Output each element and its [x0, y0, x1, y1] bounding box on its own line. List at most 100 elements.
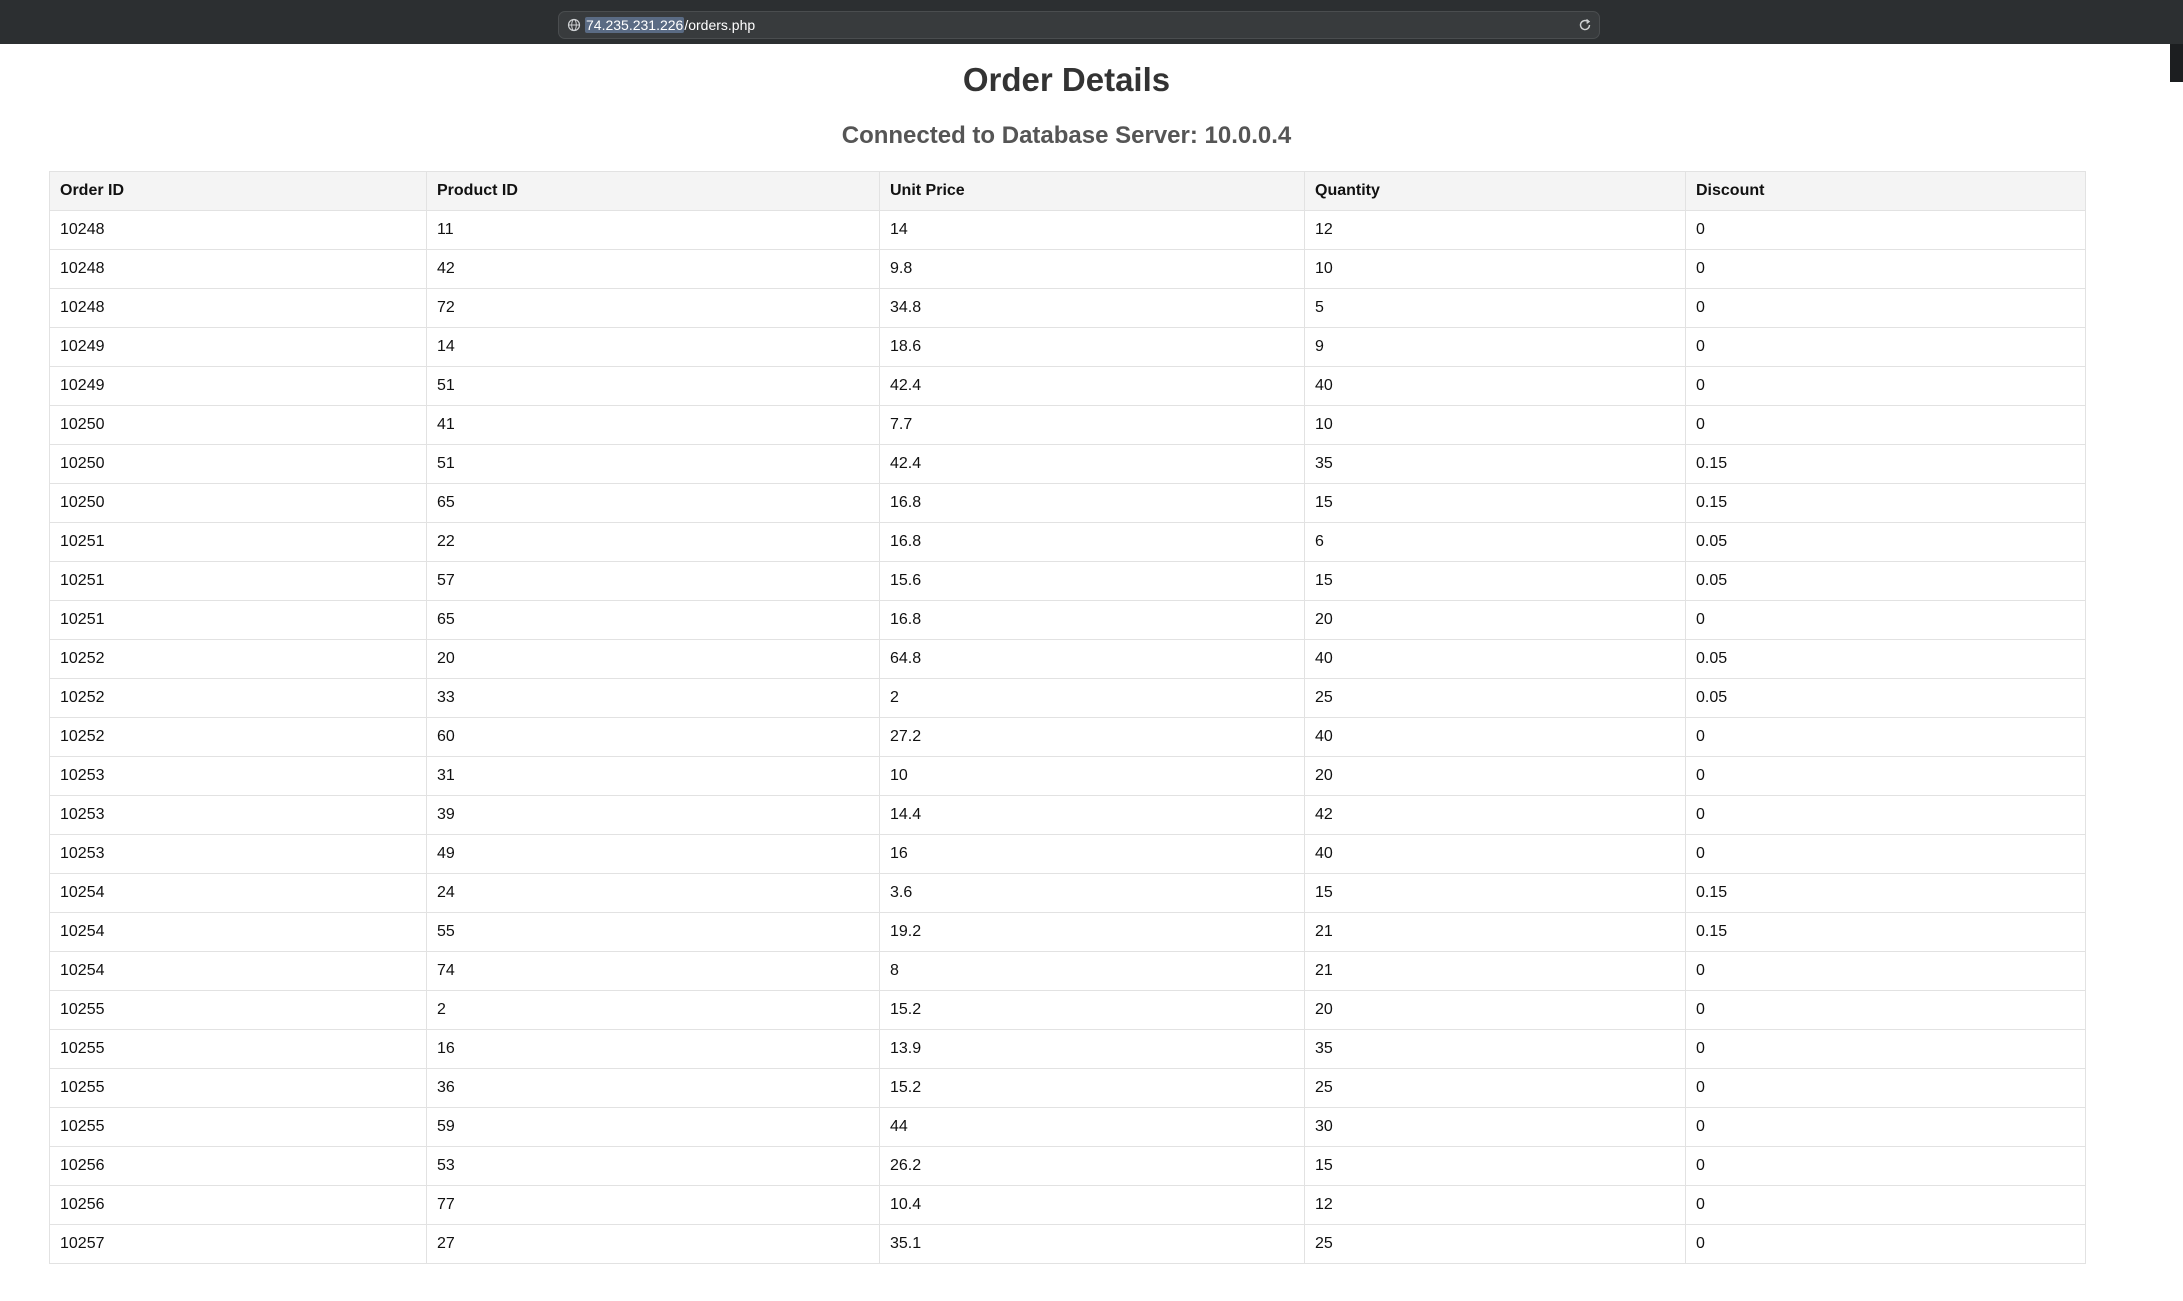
order-id-cell: 10248 — [49, 249, 427, 289]
product-id-cell: 60 — [426, 717, 880, 757]
table-row: 10249 14 18.6 9 0 — [49, 327, 2086, 367]
quantity-cell: 10 — [1304, 405, 1686, 445]
product-id-cell: 53 — [426, 1146, 880, 1186]
unit-price-cell: 7.7 — [879, 405, 1305, 445]
product-id-cell: 51 — [426, 444, 880, 484]
product-id-cell: 16 — [426, 1029, 880, 1069]
product-id-cell: 65 — [426, 483, 880, 523]
table-row: 10257 27 35.1 25 0 — [49, 1224, 2086, 1264]
unit-price-cell: 2 — [879, 678, 1305, 718]
header-product-id: Product ID — [426, 171, 880, 211]
discount-cell: 0 — [1685, 327, 2086, 367]
unit-price-cell: 3.6 — [879, 873, 1305, 913]
table-row: 10254 55 19.2 21 0.15 — [49, 912, 2086, 952]
page-title: Order Details — [962, 61, 1171, 98]
quantity-cell: 35 — [1304, 1029, 1686, 1069]
product-id-cell: 27 — [426, 1224, 880, 1264]
unit-price-cell: 64.8 — [879, 639, 1305, 679]
unit-price-cell: 16.8 — [879, 483, 1305, 523]
discount-cell: 0 — [1685, 405, 2086, 445]
table-row: 10255 36 15.2 25 0 — [49, 1068, 2086, 1108]
table-row: 10248 42 9.8 10 0 — [49, 249, 2086, 289]
quantity-cell: 12 — [1304, 210, 1686, 250]
table-row: 10252 60 27.2 40 0 — [49, 717, 2086, 757]
discount-cell: 0 — [1685, 1068, 2086, 1108]
quantity-cell: 15 — [1304, 873, 1686, 913]
quantity-cell: 30 — [1304, 1107, 1686, 1147]
unit-price-cell: 15.6 — [879, 561, 1305, 601]
discount-cell: 0 — [1685, 1029, 2086, 1069]
quantity-cell: 6 — [1304, 522, 1686, 562]
quantity-cell: 21 — [1304, 951, 1686, 991]
product-id-cell: 31 — [426, 756, 880, 796]
unit-price-cell: 13.9 — [879, 1029, 1305, 1069]
order-id-cell: 10255 — [49, 1068, 427, 1108]
table-row: 10248 72 34.8 5 0 — [49, 288, 2086, 328]
order-id-cell: 10254 — [49, 951, 427, 991]
scrollbar-thumb[interactable] — [2170, 44, 2183, 82]
unit-price-cell: 27.2 — [879, 717, 1305, 757]
discount-cell: 0 — [1685, 1107, 2086, 1147]
product-id-cell: 72 — [426, 288, 880, 328]
quantity-cell: 20 — [1304, 990, 1686, 1030]
table-row: 10255 2 15.2 20 0 — [49, 990, 2086, 1030]
order-id-cell: 10255 — [49, 1029, 427, 1069]
unit-price-cell: 16 — [879, 834, 1305, 874]
unit-price-cell: 26.2 — [879, 1146, 1305, 1186]
order-id-cell: 10253 — [49, 834, 427, 874]
unit-price-cell: 15.2 — [879, 1068, 1305, 1108]
header-order-id: Order ID — [49, 171, 427, 211]
discount-cell: 0.15 — [1685, 912, 2086, 952]
unit-price-cell: 8 — [879, 951, 1305, 991]
quantity-cell: 25 — [1304, 1068, 1686, 1108]
quantity-cell: 25 — [1304, 1224, 1686, 1264]
order-id-cell: 10255 — [49, 990, 427, 1030]
order-id-cell: 10248 — [49, 210, 427, 250]
unit-price-cell: 14 — [879, 210, 1305, 250]
quantity-cell: 20 — [1304, 600, 1686, 640]
order-id-cell: 10249 — [49, 327, 427, 367]
order-id-cell: 10250 — [49, 405, 427, 445]
quantity-cell: 15 — [1304, 483, 1686, 523]
unit-price-cell: 10.4 — [879, 1185, 1305, 1225]
discount-cell: 0.15 — [1685, 873, 2086, 913]
url-path: /orders.php — [684, 17, 756, 33]
orders-table: Order ID Product ID Unit Price Quantity … — [49, 171, 2086, 1264]
order-id-cell: 10252 — [49, 678, 427, 718]
url-host: 74.235.231.226 — [585, 17, 685, 33]
product-id-cell: 42 — [426, 249, 880, 289]
discount-cell: 0.05 — [1685, 561, 2086, 601]
url-text[interactable]: 74.235.231.226/orders.php — [585, 17, 755, 33]
unit-price-cell: 42.4 — [879, 366, 1305, 406]
discount-cell: 0 — [1685, 249, 2086, 289]
unit-price-cell: 14.4 — [879, 795, 1305, 835]
quantity-cell: 20 — [1304, 756, 1686, 796]
order-id-cell: 10251 — [49, 561, 427, 601]
discount-cell: 0.15 — [1685, 483, 2086, 523]
address-bar[interactable]: 74.235.231.226/orders.php — [558, 11, 1600, 39]
unit-price-cell: 16.8 — [879, 522, 1305, 562]
product-id-cell: 55 — [426, 912, 880, 952]
product-id-cell: 33 — [426, 678, 880, 718]
order-id-cell: 10253 — [49, 795, 427, 835]
quantity-cell: 10 — [1304, 249, 1686, 289]
quantity-cell: 40 — [1304, 717, 1686, 757]
discount-cell: 0.05 — [1685, 678, 2086, 718]
order-id-cell: 10252 — [49, 639, 427, 679]
table-row: 10253 31 10 20 0 — [49, 756, 2086, 796]
product-id-cell: 22 — [426, 522, 880, 562]
quantity-cell: 42 — [1304, 795, 1686, 835]
discount-cell: 0 — [1685, 210, 2086, 250]
product-id-cell: 59 — [426, 1107, 880, 1147]
order-id-cell: 10256 — [49, 1146, 427, 1186]
product-id-cell: 39 — [426, 795, 880, 835]
order-id-cell: 10250 — [49, 483, 427, 523]
table-row: 10252 20 64.8 40 0.05 — [49, 639, 2086, 679]
reload-icon[interactable] — [1577, 17, 1593, 33]
discount-cell: 0 — [1685, 1185, 2086, 1225]
quantity-cell: 40 — [1304, 366, 1686, 406]
quantity-cell: 40 — [1304, 639, 1686, 679]
product-id-cell: 57 — [426, 561, 880, 601]
product-id-cell: 24 — [426, 873, 880, 913]
orders-table-body: 10248 11 14 12 0 10248 42 9.8 10 0 10248 72 34.8 5 0 10… — [49, 210, 2086, 1264]
